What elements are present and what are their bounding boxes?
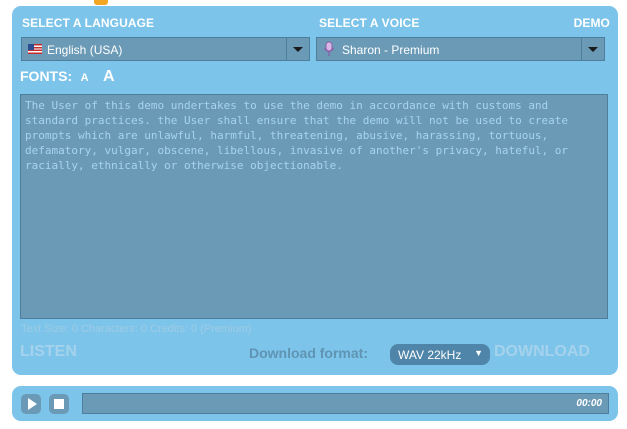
download-format-label: Download format: — [249, 345, 368, 361]
playback-time: 00:00 — [576, 398, 602, 409]
fonts-label: FONTS: — [20, 68, 73, 84]
download-button[interactable]: DOWNLOAD — [494, 343, 590, 361]
font-size-large-button[interactable]: A — [103, 68, 115, 85]
select-voice-heading: SELECT A VOICE — [319, 16, 420, 30]
stop-icon[interactable] — [49, 394, 69, 414]
font-size-small-button[interactable]: A — [81, 72, 89, 84]
fonts-control: FONTS: A A — [20, 68, 115, 86]
microphone-icon — [323, 41, 335, 56]
tts-demo-panel: SELECT A LANGUAGE SELECT A VOICE DEMO En… — [12, 6, 618, 375]
play-icon[interactable] — [21, 394, 41, 414]
demo-label: DEMO — [573, 16, 610, 30]
select-language-heading: SELECT A LANGUAGE — [22, 16, 155, 30]
chevron-down-icon[interactable] — [581, 38, 604, 60]
language-select[interactable]: English (USA) — [21, 37, 310, 61]
voice-select-value: Sharon - Premium — [342, 43, 440, 57]
progress-bar[interactable]: 00:00 — [82, 393, 609, 414]
download-format-value: WAV 22kHz — [398, 348, 462, 362]
audio-player: 00:00 — [12, 386, 618, 421]
text-input[interactable]: The User of this demo undertakes to use … — [20, 94, 608, 319]
top-accent-bar — [94, 0, 108, 5]
caret-down-icon: ▼ — [474, 348, 483, 358]
listen-button[interactable]: LISTEN — [20, 343, 77, 361]
us-flag-icon — [28, 44, 42, 54]
chevron-down-icon[interactable] — [286, 38, 309, 60]
voice-select[interactable]: Sharon - Premium — [316, 37, 605, 61]
text-stats: Text Size: 0 Characters: 0 Credits: 0 (P… — [21, 323, 252, 335]
download-format-select[interactable]: WAV 22kHz ▼ — [390, 344, 490, 365]
language-select-value: English (USA) — [47, 43, 123, 57]
